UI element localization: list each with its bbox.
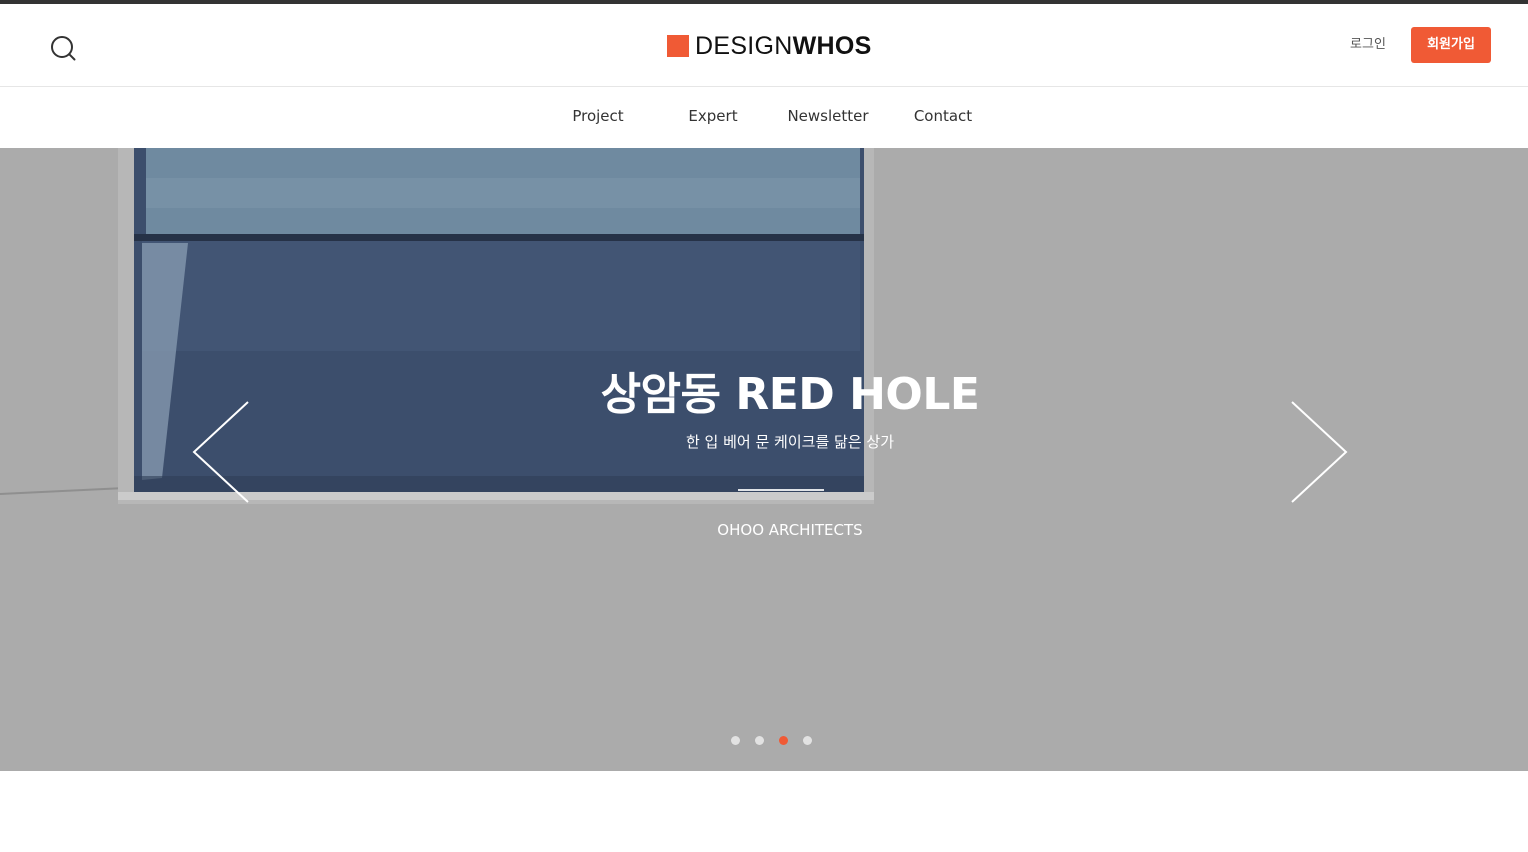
hero-architect-name[interactable]: OHOO ARCHITECTS [0,521,1528,539]
signup-button[interactable]: 회원가입 [1411,27,1491,63]
login-link[interactable]: 로그인 [1340,35,1396,55]
slider-dot-active[interactable] [779,736,788,745]
logo-text-bold: WHOS [792,31,872,60]
slider-dot[interactable] [731,736,740,745]
search-icon [51,36,76,61]
nav-item-contact[interactable]: Contact [893,105,993,127]
logo-mark-icon [667,35,689,57]
main-nav: Project Expert Newsletter Contact [0,88,1528,148]
search-button[interactable] [46,32,80,66]
slider-prev-button[interactable] [190,400,250,504]
slider-dot[interactable] [803,736,812,745]
site-logo[interactable]: DESIGN WHOS [667,30,872,62]
site-header: DESIGN WHOS 로그인 회원가입 [0,4,1528,87]
chevron-right-icon [1291,401,1348,503]
nav-item-project[interactable]: Project [548,105,648,127]
nav-item-newsletter[interactable]: Newsletter [778,105,878,127]
slider-pagination [726,735,818,747]
slider-dot[interactable] [755,736,764,745]
chevron-left-icon [192,401,249,503]
slider-next-button[interactable] [1290,400,1350,504]
logo-text-light: DESIGN [695,31,793,60]
hero-slider: 상암동 RED HOLE 한 입 베어 문 케이크를 닮은 상가 OHOO AR… [0,148,1528,771]
hero-divider [738,489,824,491]
nav-item-expert[interactable]: Expert [663,105,763,127]
